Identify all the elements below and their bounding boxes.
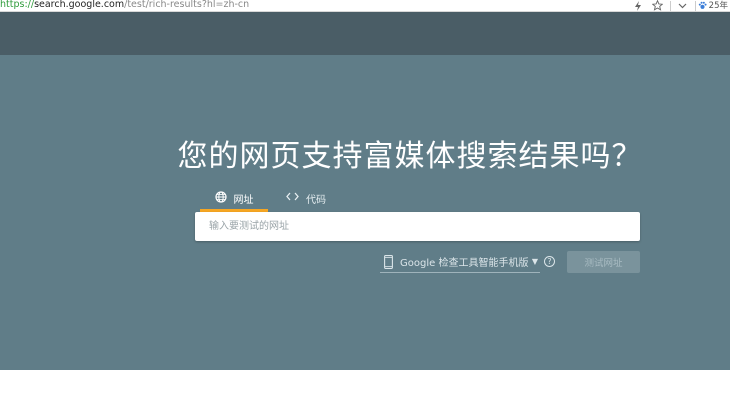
device-select-value: Google 检查工具智能手机版 xyxy=(400,258,529,269)
globe-icon xyxy=(214,190,227,206)
url-path: /test/rich-results?hl=zh-cn xyxy=(124,0,250,10)
url-input-container xyxy=(195,212,640,241)
tab-url[interactable]: 网址 xyxy=(200,185,268,211)
smartphone-icon xyxy=(380,253,396,271)
star-icon[interactable] xyxy=(648,0,668,11)
tab-code-label: 代码 xyxy=(306,194,326,206)
header-band xyxy=(0,12,730,55)
tab-url-label: 网址 xyxy=(233,194,254,206)
code-icon xyxy=(286,192,299,204)
test-url-button[interactable]: 测试网址 xyxy=(567,251,640,273)
toolbar-separator xyxy=(669,0,671,11)
url-text[interactable]: https://search.google.com/test/rich-resu… xyxy=(0,0,249,10)
tab-code[interactable]: 代码 xyxy=(280,185,332,211)
browser-address-bar: https://search.google.com/test/rich-resu… xyxy=(0,0,730,12)
paw-icon xyxy=(698,1,707,9)
browser-toolbar-icons: 25年 xyxy=(628,0,730,11)
page-footer-area xyxy=(0,370,730,400)
device-select[interactable]: Google 检查工具智能手机版 ▼ xyxy=(380,251,540,273)
toolbar-separator xyxy=(694,0,696,11)
url-input[interactable] xyxy=(195,212,640,241)
page-title: 您的网页支持富媒体搜索结果吗？ xyxy=(177,139,643,174)
lightning-icon[interactable] xyxy=(628,0,648,11)
url-host: search.google.com xyxy=(34,0,125,10)
dropdown-arrow-icon: ▼ xyxy=(531,257,538,266)
chevron-down-icon[interactable] xyxy=(673,0,693,11)
help-icon[interactable]: ? xyxy=(544,256,555,267)
date-badge[interactable]: 25年 xyxy=(698,1,730,11)
url-protocol: https:// xyxy=(0,0,35,10)
date-badge-text: 25年 xyxy=(708,0,728,11)
hero-section: 您的网页支持富媒体搜索结果吗？ 网址 代码 输入要测试的网址 Google 检查… xyxy=(0,55,730,370)
